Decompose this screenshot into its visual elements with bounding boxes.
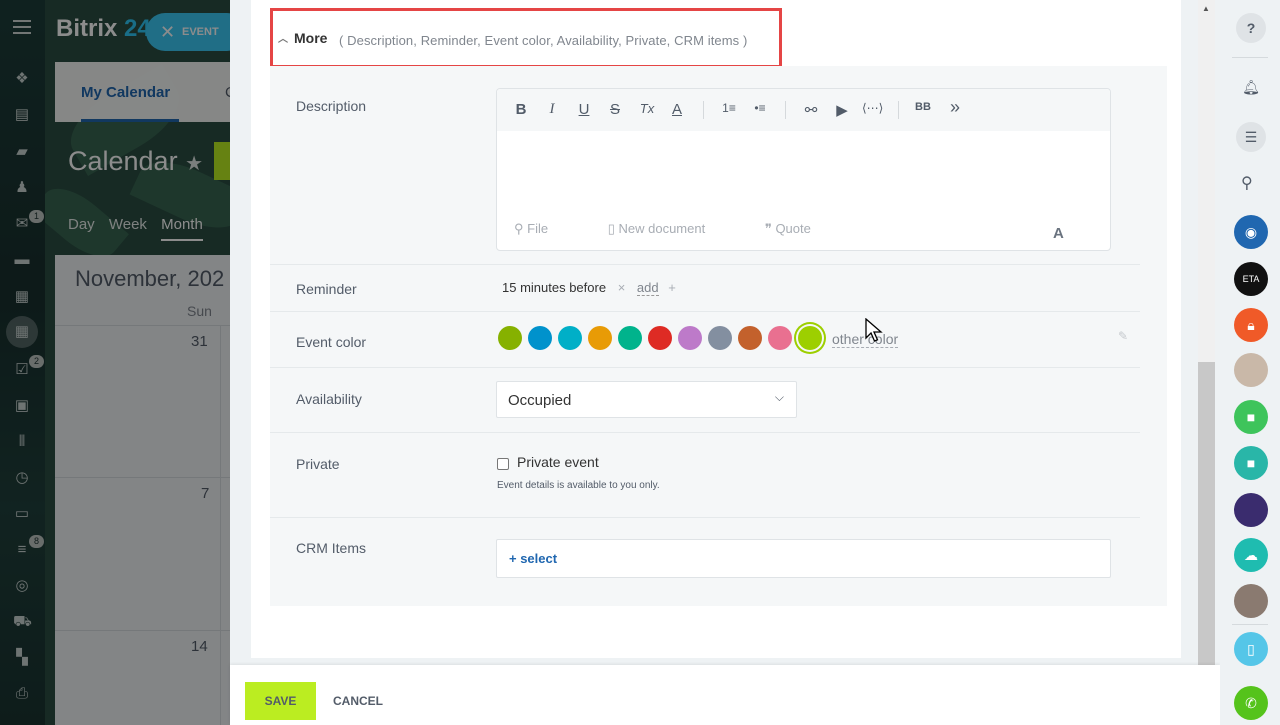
reminder-value: 15 minutes before × add + bbox=[502, 280, 676, 296]
scrollbar-thumb[interactable] bbox=[1198, 362, 1215, 665]
private-event-checkbox[interactable] bbox=[497, 458, 509, 470]
bullet-list-icon[interactable]: •≡ bbox=[750, 101, 770, 115]
availability-select[interactable]: Occupied ⌵ bbox=[496, 381, 797, 418]
color-swatch[interactable] bbox=[558, 326, 582, 350]
private-hint: Event details is available to you only. bbox=[497, 480, 660, 491]
help-icon[interactable]: ? bbox=[1236, 13, 1266, 43]
quote-button[interactable]: ❞ Quote bbox=[765, 221, 839, 236]
cloud-clock-icon[interactable]: ☁ bbox=[1234, 538, 1268, 572]
clear-format-icon[interactable]: Tx bbox=[637, 101, 657, 116]
bbcode-icon[interactable]: BB bbox=[913, 101, 933, 113]
numbered-list-icon[interactable]: 1≡ bbox=[719, 101, 739, 115]
chevron-down-icon: ⌵ bbox=[774, 390, 784, 404]
more-tools-icon[interactable]: » bbox=[945, 97, 965, 118]
video-call-icon-2[interactable]: ■ bbox=[1234, 446, 1268, 480]
color-swatch[interactable] bbox=[528, 326, 552, 350]
font-toggle-icon[interactable]: A bbox=[1053, 225, 1064, 242]
color-swatch[interactable] bbox=[498, 326, 522, 350]
color-swatch[interactable] bbox=[588, 326, 612, 350]
color-swatch[interactable] bbox=[708, 326, 732, 350]
cancel-button[interactable]: CANCEL bbox=[333, 694, 383, 708]
crm-items-field[interactable]: + select bbox=[496, 539, 1111, 578]
lock-icon[interactable]: 🔒︎ bbox=[1234, 308, 1268, 342]
remove-reminder-icon[interactable]: × bbox=[618, 280, 626, 295]
event-form: ︿ More ( Description, Reminder, Event col… bbox=[251, 0, 1181, 658]
chevron-up-icon: ︿ bbox=[278, 34, 288, 45]
device-icon[interactable]: ▯ bbox=[1234, 632, 1268, 666]
right-sidebar: ? 🔔︎ ☰ ⚲ ◉ ETA 🔒︎ ■ ■ ☁ ▯ ✆ bbox=[1220, 0, 1280, 725]
availability-label: Availability bbox=[296, 391, 362, 407]
plus-icon[interactable]: + bbox=[668, 280, 676, 295]
add-reminder-link[interactable]: add bbox=[636, 280, 659, 296]
new-document-button[interactable]: ▯ New document bbox=[608, 221, 733, 236]
mouse-cursor-icon bbox=[865, 318, 883, 342]
private-label: Private bbox=[296, 456, 340, 472]
editor-toolbar: B I U S Tx A 1≡ •≡ ⚯ ▶ ⟨⋯⟩ BB » bbox=[497, 89, 1110, 131]
bell-icon[interactable]: 🔔︎ bbox=[1236, 72, 1266, 102]
more-toggle[interactable]: ︿ More bbox=[278, 30, 327, 46]
link-icon[interactable]: ⚯ bbox=[801, 101, 821, 119]
crm-select-link[interactable]: + select bbox=[509, 551, 557, 566]
save-button[interactable]: SAVE bbox=[245, 682, 316, 720]
reminder-label: Reminder bbox=[296, 281, 357, 297]
photo-avatar[interactable] bbox=[1234, 353, 1268, 387]
man-avatar[interactable] bbox=[1234, 584, 1268, 618]
underline-icon[interactable]: U bbox=[574, 101, 594, 118]
description-label: Description bbox=[296, 98, 367, 114]
description-editor[interactable]: B I U S Tx A 1≡ •≡ ⚯ ▶ ⟨⋯⟩ BB » ⚲ File ▯… bbox=[496, 88, 1111, 251]
form-footer: SAVE CANCEL bbox=[230, 665, 1220, 725]
strikethrough-icon[interactable]: S bbox=[605, 101, 625, 118]
scroll-up-icon[interactable]: ▲ bbox=[1202, 4, 1210, 13]
fusion-eta-avatar[interactable]: ETA bbox=[1234, 262, 1268, 296]
event-color-label: Event color bbox=[296, 334, 367, 350]
group-chat-avatar[interactable]: ◉ bbox=[1234, 215, 1268, 249]
more-summary[interactable]: ( Description, Reminder, Event color, Av… bbox=[339, 33, 747, 48]
color-swatch[interactable] bbox=[738, 326, 762, 350]
more-section: Description B I U S Tx A 1≡ •≡ ⚯ ▶ ⟨⋯⟩ B… bbox=[270, 66, 1167, 606]
editor-footer: ⚲ File ▯ New document ❞ Quote bbox=[514, 221, 867, 237]
availability-value: Occupied bbox=[508, 392, 572, 409]
phone-icon[interactable]: ✆ bbox=[1234, 686, 1268, 720]
pin-icon[interactable]: ✎ bbox=[1118, 329, 1128, 343]
color-swatch[interactable] bbox=[648, 326, 672, 350]
italic-icon[interactable]: I bbox=[542, 101, 562, 118]
color-swatch[interactable] bbox=[618, 326, 642, 350]
chat-bubble-icon[interactable]: ☰ bbox=[1236, 122, 1266, 152]
color-swatch[interactable] bbox=[678, 326, 702, 350]
private-event-label[interactable]: Private event bbox=[517, 454, 599, 470]
code-icon[interactable]: ⟨⋯⟩ bbox=[862, 101, 883, 115]
bold-icon[interactable]: B bbox=[511, 101, 531, 118]
scrollbar[interactable]: ▲ bbox=[1198, 0, 1215, 665]
color-swatch[interactable] bbox=[768, 326, 792, 350]
overlay-dim[interactable] bbox=[0, 0, 235, 725]
concert-avatar[interactable] bbox=[1234, 493, 1268, 527]
search-icon[interactable]: ⚲ bbox=[1241, 173, 1253, 193]
color-swatch[interactable] bbox=[798, 326, 822, 350]
attach-file-button[interactable]: ⚲ File bbox=[514, 221, 576, 236]
font-color-icon[interactable]: A bbox=[667, 101, 687, 118]
video-icon[interactable]: ▶ bbox=[832, 101, 852, 119]
crm-items-label: CRM Items bbox=[296, 540, 366, 556]
video-call-icon[interactable]: ■ bbox=[1234, 400, 1268, 434]
event-edit-slider: ︿ More ( Description, Reminder, Event col… bbox=[230, 0, 1220, 725]
reminder-text: 15 minutes before bbox=[502, 280, 607, 295]
